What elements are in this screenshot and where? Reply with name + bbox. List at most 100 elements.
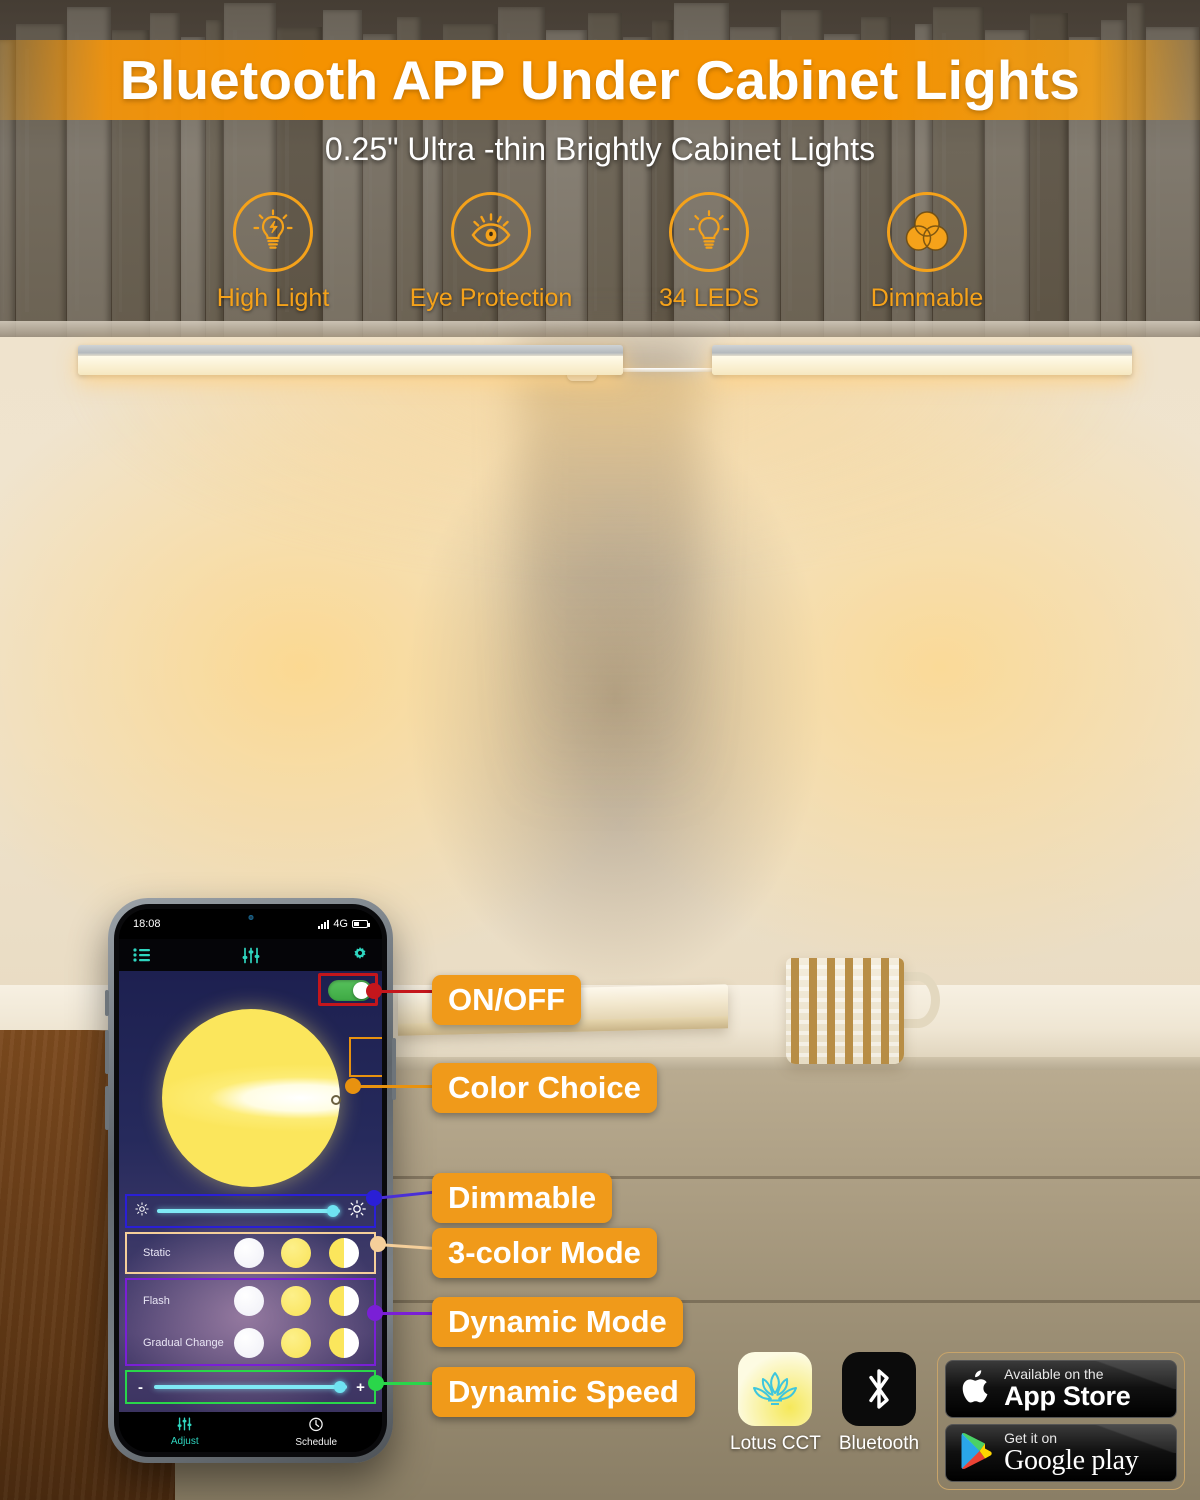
brightness-slider-row[interactable] — [125, 1194, 376, 1228]
sun-large-icon — [348, 1199, 366, 1223]
app-store-text: Available on the App Store — [1004, 1366, 1131, 1412]
tab-label: Adjust — [170, 1436, 199, 1447]
tab-label: Schedule — [295, 1437, 338, 1448]
phone-mute-button[interactable] — [105, 990, 109, 1016]
dynamic-mode-group[interactable]: Flash Gradual Change — [125, 1278, 376, 1366]
led-glow — [60, 372, 1150, 582]
google-play-big-label: Google play — [1004, 1444, 1139, 1476]
speed-knob[interactable] — [334, 1381, 346, 1393]
product-infographic: Bluetooth APP Under Cabinet Lights 0.25"… — [0, 0, 1200, 1500]
app-header — [119, 939, 382, 971]
page-title: Bluetooth APP Under Cabinet Lights — [119, 49, 1081, 111]
mode-label: Gradual Change — [143, 1337, 224, 1349]
led-bar-left — [78, 345, 623, 375]
leader-line — [373, 990, 435, 993]
speed-track[interactable] — [154, 1381, 347, 1393]
leader-dot — [370, 1236, 386, 1252]
swatch-white[interactable] — [233, 1238, 264, 1268]
callout-3-color-mode: 3-color Mode — [432, 1228, 657, 1278]
venn-circles-icon — [887, 192, 967, 272]
front-camera-icon — [248, 915, 253, 920]
static-mode-row[interactable]: Static — [125, 1232, 376, 1274]
badge-caption: Bluetooth — [838, 1433, 920, 1454]
swatch-half[interactable] — [329, 1238, 360, 1268]
bulb-rays-icon — [669, 192, 749, 272]
swatch-half[interactable] — [329, 1328, 360, 1358]
tab-schedule[interactable]: Schedule — [251, 1416, 383, 1448]
phone-volume-up-button[interactable] — [105, 1030, 109, 1074]
leader-line — [375, 1312, 437, 1315]
google-play-text: Get it on Google play — [1004, 1429, 1139, 1476]
flash-swatches — [225, 1286, 368, 1316]
tab-adjust[interactable]: Adjust — [119, 1417, 251, 1447]
brightness-track[interactable] — [157, 1205, 340, 1217]
swatch-yellow[interactable] — [281, 1286, 312, 1316]
shelf-edge — [0, 321, 1200, 337]
leader-line — [376, 1382, 436, 1385]
app-store-big-label: App Store — [1004, 1381, 1131, 1412]
color-choice-highlight-box — [349, 1037, 382, 1077]
speed-slider-row[interactable]: - + — [125, 1370, 376, 1404]
status-bar: 18:08 4G — [119, 909, 382, 939]
feature-icon-row: High Light Eye Protection 34 LEDS Dimmab… — [0, 192, 1200, 313]
sliders-icon[interactable] — [241, 947, 261, 964]
static-swatches — [225, 1238, 368, 1268]
title-banner: Bluetooth APP Under Cabinet Lights — [0, 40, 1200, 120]
google-play-icon — [959, 1432, 993, 1475]
app-store-badge[interactable]: Available on the App Store — [945, 1360, 1178, 1418]
callout-dynamic-speed: Dynamic Speed — [432, 1367, 695, 1417]
list-icon[interactable] — [133, 948, 150, 962]
leader-dot — [368, 1375, 384, 1391]
bluetooth-badge: Bluetooth — [839, 1352, 919, 1455]
swatch-yellow[interactable] — [281, 1328, 312, 1358]
mode-label: Static — [143, 1247, 171, 1259]
speed-minus-label[interactable]: - — [135, 1379, 146, 1396]
color-wheel-selector[interactable] — [330, 1095, 341, 1105]
swatch-half[interactable] — [329, 1286, 360, 1316]
brightness-knob[interactable] — [327, 1205, 339, 1217]
badge-caption: Lotus CCT — [730, 1433, 821, 1454]
lotus-app-badge: Lotus CCT — [730, 1352, 821, 1455]
swatch-white[interactable] — [233, 1286, 264, 1316]
control-rows: Static Flash Gradual Change - + — [125, 1194, 376, 1408]
phone-notch — [202, 909, 299, 929]
feature-label: High Light — [216, 284, 330, 312]
swatch-white[interactable] — [233, 1328, 264, 1358]
callout-color-choice: Color Choice — [432, 1063, 657, 1113]
feature-label: 34 LEDS — [658, 284, 760, 312]
apple-icon — [959, 1367, 993, 1412]
phone-power-button[interactable] — [392, 1038, 396, 1100]
sliders-icon — [176, 1417, 193, 1434]
swatch-yellow[interactable] — [281, 1238, 312, 1268]
signal-icon — [318, 919, 330, 929]
callout-dimmable: Dimmable — [432, 1173, 613, 1223]
feature-label: Dimmable — [870, 284, 984, 312]
color-wheel[interactable] — [161, 1009, 341, 1187]
feature-label: Eye Protection — [409, 284, 573, 312]
leader-dot — [366, 1190, 382, 1206]
led-bar-right — [712, 345, 1132, 375]
google-play-small-label: Get it on — [1004, 1429, 1058, 1446]
speed-plus-label[interactable]: + — [355, 1379, 366, 1396]
battery-icon — [352, 920, 370, 928]
gear-icon[interactable] — [352, 947, 368, 963]
feature-eye-protection: Eye Protection — [410, 192, 572, 313]
leader-dot — [366, 983, 382, 999]
clock-icon — [308, 1416, 324, 1435]
sun-small-icon — [135, 1201, 149, 1221]
bottom-tab-bar: Adjust Schedule — [119, 1412, 382, 1452]
callout-onoff: ON/OFF — [432, 975, 582, 1025]
lotus-icon[interactable] — [738, 1352, 813, 1426]
app-main-panel: Static Flash Gradual Change - + — [119, 971, 382, 1412]
app-store-small-label: Available on the — [1004, 1366, 1104, 1383]
google-play-badge[interactable]: Get it on Google play — [945, 1424, 1178, 1482]
bluetooth-icon[interactable] — [841, 1352, 916, 1426]
flash-mode-row[interactable]: Flash — [127, 1280, 374, 1322]
mode-label: Flash — [143, 1295, 170, 1307]
phone-body: 18:08 4G Static Flash Gradual Change - +… — [114, 904, 387, 1457]
phone-volume-down-button[interactable] — [105, 1086, 109, 1130]
gradual-change-mode-row[interactable]: Gradual Change — [127, 1322, 374, 1364]
phone-screen: 18:08 4G Static Flash Gradual Change - +… — [119, 909, 382, 1452]
status-time: 18:08 — [133, 918, 161, 930]
feature-34-leds: 34 LEDS — [634, 192, 784, 313]
